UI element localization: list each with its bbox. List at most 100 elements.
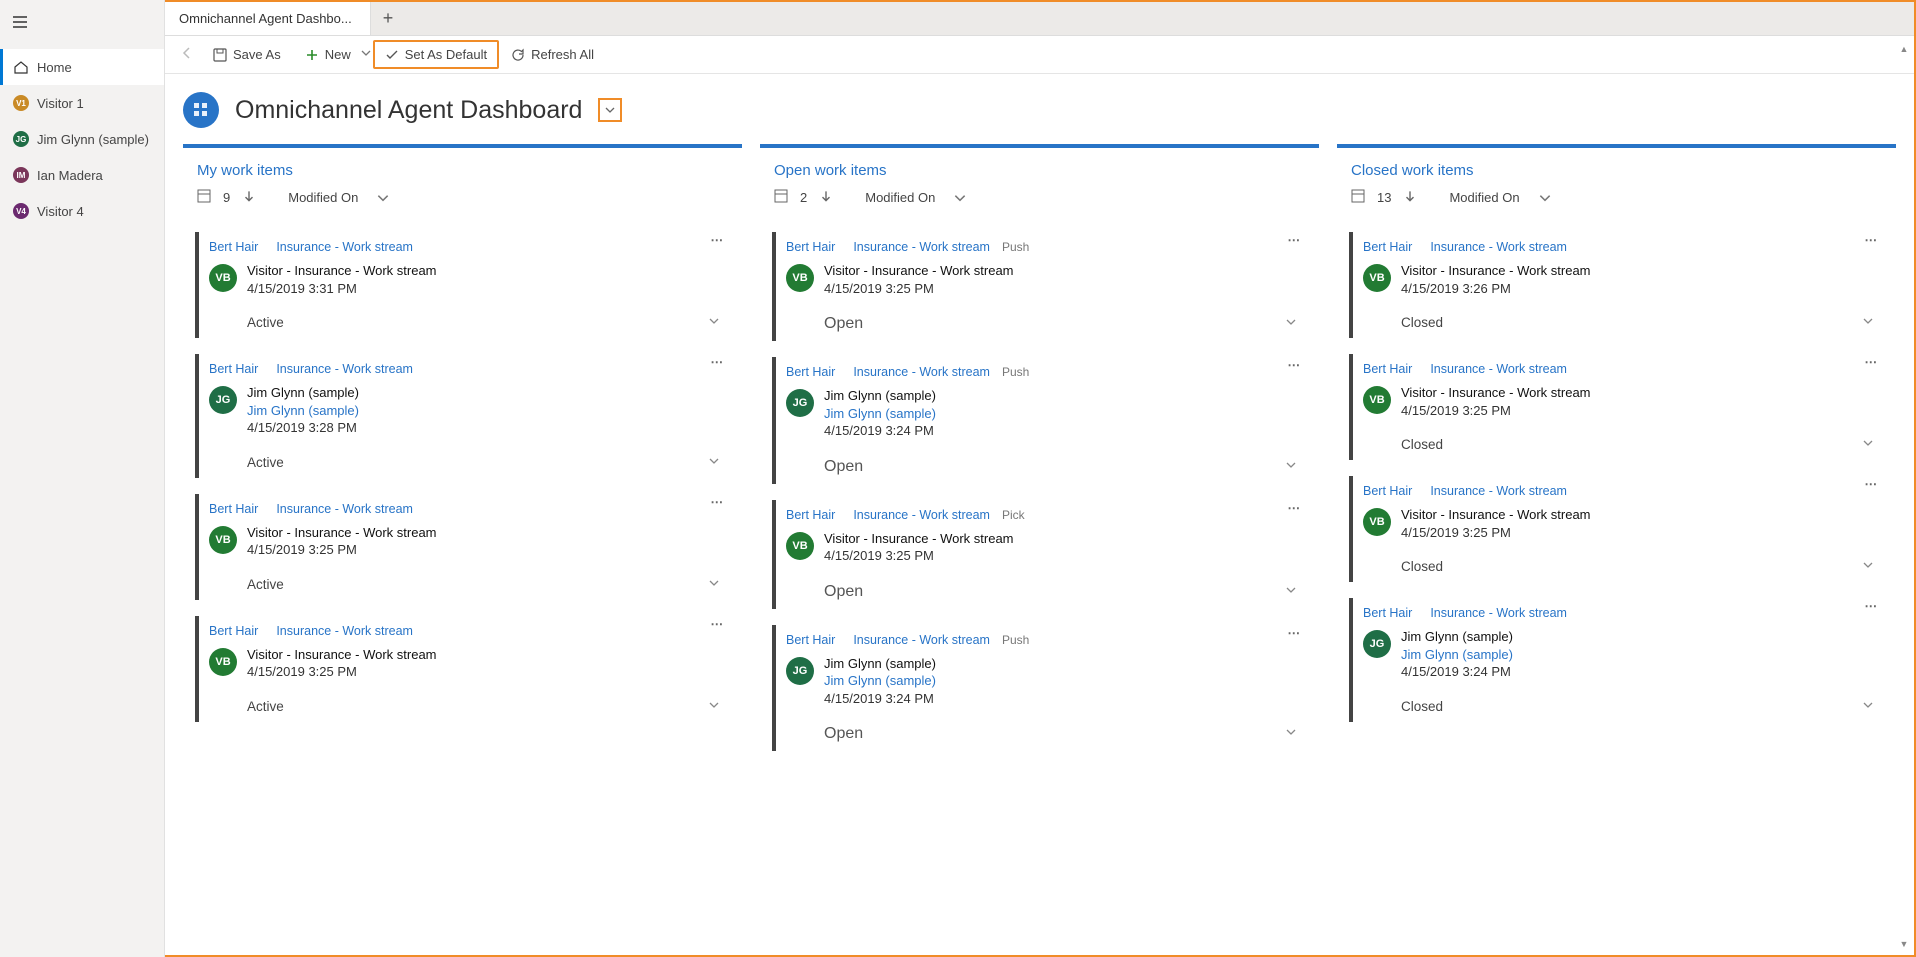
sort-direction[interactable]	[242, 189, 256, 206]
card-more-button[interactable]: ⋯	[711, 354, 725, 369]
tab-dashboard[interactable]: Omnichannel Agent Dashbo...	[165, 2, 371, 35]
card-stream[interactable]: Insurance - Work stream	[1430, 240, 1567, 254]
card-stream[interactable]: Insurance - Work stream	[276, 240, 413, 254]
card-expand[interactable]	[708, 699, 720, 714]
nav-rail: Home V1Visitor 1JGJim Glynn (sample)IMIa…	[0, 0, 165, 957]
check-icon	[385, 48, 399, 62]
card-link[interactable]: Jim Glynn (sample)	[1401, 646, 1513, 664]
card-expand[interactable]	[1285, 583, 1297, 601]
card-expand[interactable]	[1285, 315, 1297, 333]
card-expand[interactable]	[1862, 437, 1874, 452]
card-avatar: VB	[786, 264, 814, 292]
card-stream[interactable]: Insurance - Work stream	[853, 633, 990, 647]
work-item-card[interactable]: Bert Hair Insurance - Work stream ⋯ VB V…	[1349, 232, 1884, 338]
work-item-card[interactable]: Bert Hair Insurance - Work stream ⋯ VB V…	[195, 616, 730, 722]
nav-session-0[interactable]: V1Visitor 1	[0, 85, 164, 121]
card-stream[interactable]: Insurance - Work stream	[853, 240, 990, 254]
work-item-card[interactable]: Bert Hair Insurance - Work stream Pick ⋯…	[772, 500, 1307, 609]
card-expand[interactable]	[1862, 699, 1874, 714]
card-owner[interactable]: Bert Hair	[1363, 484, 1412, 498]
save-as-button[interactable]: Save As	[201, 40, 293, 69]
card-owner[interactable]: Bert Hair	[209, 240, 258, 254]
set-default-button[interactable]: Set As Default	[373, 40, 499, 69]
card-link[interactable]: Jim Glynn (sample)	[824, 672, 936, 690]
sort-direction[interactable]	[819, 189, 833, 206]
card-more-button[interactable]: ⋯	[1288, 500, 1302, 515]
card-title: Visitor - Insurance - Work stream	[247, 646, 437, 664]
card-more-button[interactable]: ⋯	[711, 616, 725, 631]
work-item-card[interactable]: Bert Hair Insurance - Work stream ⋯ VB V…	[1349, 476, 1884, 582]
card-owner[interactable]: Bert Hair	[786, 633, 835, 647]
card-more-button[interactable]: ⋯	[1865, 354, 1879, 369]
dashboard-selector[interactable]	[598, 98, 622, 122]
card-more-button[interactable]: ⋯	[1288, 232, 1302, 247]
work-item-card[interactable]: Bert Hair Insurance - Work stream ⋯ VB V…	[195, 232, 730, 338]
card-expand[interactable]	[708, 455, 720, 470]
nav-home[interactable]: Home	[0, 49, 164, 85]
card-more-button[interactable]: ⋯	[711, 494, 725, 509]
card-stream[interactable]: Insurance - Work stream	[1430, 484, 1567, 498]
work-item-card[interactable]: Bert Hair Insurance - Work stream Push ⋯…	[772, 625, 1307, 752]
card-expand[interactable]	[1862, 559, 1874, 574]
card-owner[interactable]: Bert Hair	[786, 365, 835, 379]
work-item-card[interactable]: Bert Hair Insurance - Work stream ⋯ JG J…	[1349, 598, 1884, 722]
card-expand[interactable]	[1285, 458, 1297, 476]
card-stream[interactable]: Insurance - Work stream	[853, 365, 990, 379]
card-status: Active	[247, 315, 284, 330]
work-item-card[interactable]: Bert Hair Insurance - Work stream ⋯ JG J…	[195, 354, 730, 478]
card-expand[interactable]	[708, 577, 720, 592]
card-expand[interactable]	[708, 315, 720, 330]
chevron-down-icon	[1538, 191, 1552, 205]
card-stream[interactable]: Insurance - Work stream	[1430, 362, 1567, 376]
nav-session-1[interactable]: JGJim Glynn (sample)	[0, 121, 164, 157]
card-status: Active	[247, 455, 284, 470]
new-button[interactable]: New	[293, 40, 363, 69]
card-more-button[interactable]: ⋯	[1865, 476, 1879, 491]
card-link[interactable]: Jim Glynn (sample)	[824, 405, 936, 423]
nav-item-label: Visitor 4	[37, 204, 84, 219]
nav-session-2[interactable]: IMIan Madera	[0, 157, 164, 193]
work-item-card[interactable]: Bert Hair Insurance - Work stream Push ⋯…	[772, 357, 1307, 484]
tab-add-button[interactable]: +	[371, 8, 406, 29]
card-more-button[interactable]: ⋯	[1865, 598, 1879, 613]
card-more-button[interactable]: ⋯	[1865, 232, 1879, 247]
card-owner[interactable]: Bert Hair	[1363, 606, 1412, 620]
card-owner[interactable]: Bert Hair	[1363, 362, 1412, 376]
card-status: Open	[824, 583, 863, 601]
work-item-card[interactable]: Bert Hair Insurance - Work stream ⋯ VB V…	[1349, 354, 1884, 460]
back-button[interactable]	[173, 40, 201, 70]
card-stream[interactable]: Insurance - Work stream	[276, 502, 413, 516]
nav-session-3[interactable]: V4Visitor 4	[0, 193, 164, 229]
card-more-button[interactable]: ⋯	[1288, 625, 1302, 640]
work-item-card[interactable]: Bert Hair Insurance - Work stream Push ⋯…	[772, 232, 1307, 341]
hamburger-button[interactable]	[0, 0, 164, 49]
sort-direction[interactable]	[1403, 189, 1417, 206]
card-more-button[interactable]: ⋯	[711, 232, 725, 247]
card-stream[interactable]: Insurance - Work stream	[276, 362, 413, 376]
card-owner[interactable]: Bert Hair	[1363, 240, 1412, 254]
card-list: Bert Hair Insurance - Work stream Push ⋯…	[760, 212, 1319, 769]
work-item-card[interactable]: Bert Hair Insurance - Work stream ⋯ VB V…	[195, 494, 730, 600]
card-owner[interactable]: Bert Hair	[209, 362, 258, 376]
sort-field[interactable]: Modified On	[865, 190, 967, 205]
card-stream[interactable]: Insurance - Work stream	[1430, 606, 1567, 620]
scrollbar[interactable]: ▲ ▼	[1898, 44, 1910, 949]
card-expand[interactable]	[1285, 725, 1297, 743]
card-stream[interactable]: Insurance - Work stream	[276, 624, 413, 638]
card-owner[interactable]: Bert Hair	[786, 240, 835, 254]
card-more-button[interactable]: ⋯	[1288, 357, 1302, 372]
sort-field[interactable]: Modified On	[288, 190, 390, 205]
card-owner[interactable]: Bert Hair	[786, 508, 835, 522]
column-2: Closed work items 13 Modified On Bert Ha…	[1337, 144, 1896, 937]
card-stream[interactable]: Insurance - Work stream	[853, 508, 990, 522]
card-owner[interactable]: Bert Hair	[209, 624, 258, 638]
card-link[interactable]: Jim Glynn (sample)	[247, 402, 359, 420]
new-dropdown[interactable]	[361, 48, 373, 61]
card-expand[interactable]	[1862, 315, 1874, 330]
refresh-button[interactable]: Refresh All	[499, 40, 606, 69]
column-0: My work items 9 Modified On Bert Hair In…	[183, 144, 742, 937]
sort-field[interactable]: Modified On	[1449, 190, 1551, 205]
chevron-down-icon	[1285, 584, 1297, 596]
card-status: Active	[247, 699, 284, 714]
card-owner[interactable]: Bert Hair	[209, 502, 258, 516]
